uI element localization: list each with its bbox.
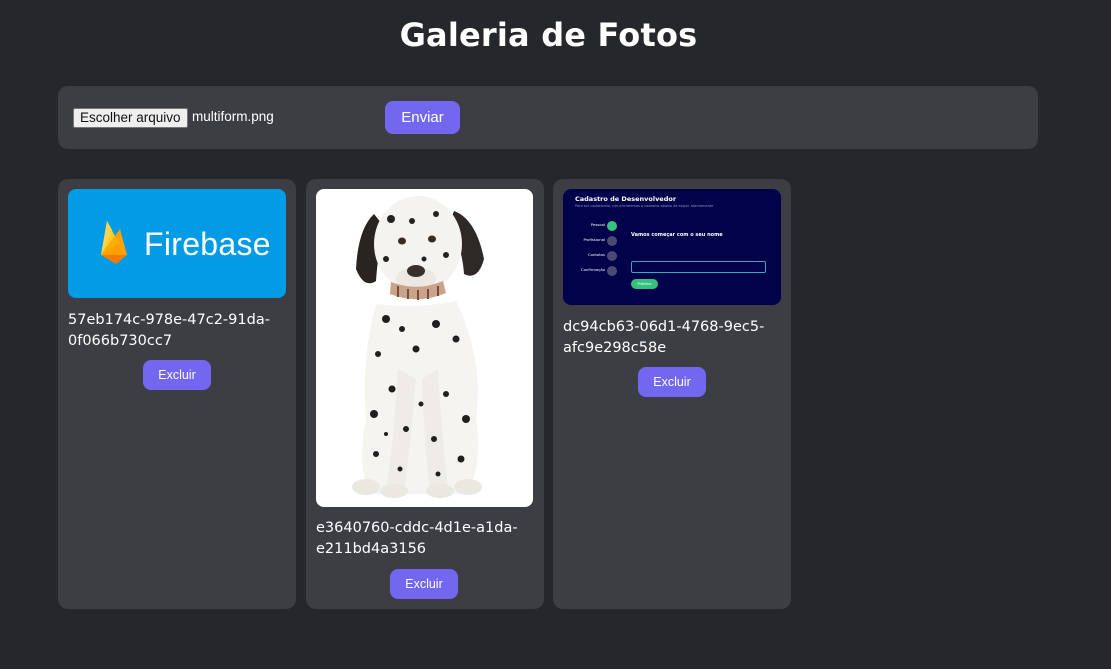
form-step-label: Confirmação (580, 267, 605, 272)
form-step-label: Pessoal (590, 222, 605, 227)
upload-form: Escolher arquivo multiform.png Enviar (58, 86, 1038, 149)
send-button[interactable]: Enviar (385, 101, 460, 134)
dalmatian-dog-image (352, 196, 484, 498)
photo-thumbnail: Cadastro de Desenvolvedor Para ser cadas… (563, 189, 781, 305)
form-screenshot-subtitle: Para ser cadastrado, nós enviaremos o ca… (575, 204, 714, 208)
photo-card: e3640760-cddc-4d1e-a1da-e211bd4a3156 Exc… (306, 179, 544, 609)
form-screenshot-title: Cadastro de Desenvolvedor (575, 195, 677, 203)
form-step-label: Profissional (583, 237, 605, 242)
form-step-label: Contatos (588, 252, 605, 257)
choose-file-button[interactable]: Escolher arquivo (73, 108, 188, 128)
photo-id: 57eb174c-978e-47c2-91da-0f066b730cc7 (68, 312, 270, 349)
photo-card: Firebase 57eb174c-978e-47c2-91da-0f066b7… (58, 179, 296, 609)
selected-file-name: multiform.png (192, 109, 274, 124)
firebase-flame-icon (101, 221, 127, 264)
delete-button[interactable]: Excluir (390, 569, 458, 599)
photo-thumbnail (316, 189, 533, 507)
form-screenshot-heading: Vamos começar com o seu nome (631, 232, 723, 238)
form-screenshot-button: Próximo (631, 279, 658, 289)
photo-id: e3640760-cddc-4d1e-a1da-e211bd4a3156 (316, 520, 518, 557)
photo-id: dc94cb63-06d1-4768-9ec5-afc9e298c58e (563, 319, 765, 356)
photo-thumbnail: Firebase (68, 189, 286, 298)
delete-button[interactable]: Excluir (143, 360, 211, 390)
photo-card: Cadastro de Desenvolvedor Para ser cadas… (553, 179, 791, 609)
delete-button[interactable]: Excluir (638, 367, 706, 397)
form-steps-icon (607, 221, 617, 276)
form-screenshot-input (631, 261, 766, 273)
page-title: Galeria de Fotos (399, 16, 698, 54)
firebase-logo-text: Firebase (144, 226, 271, 262)
